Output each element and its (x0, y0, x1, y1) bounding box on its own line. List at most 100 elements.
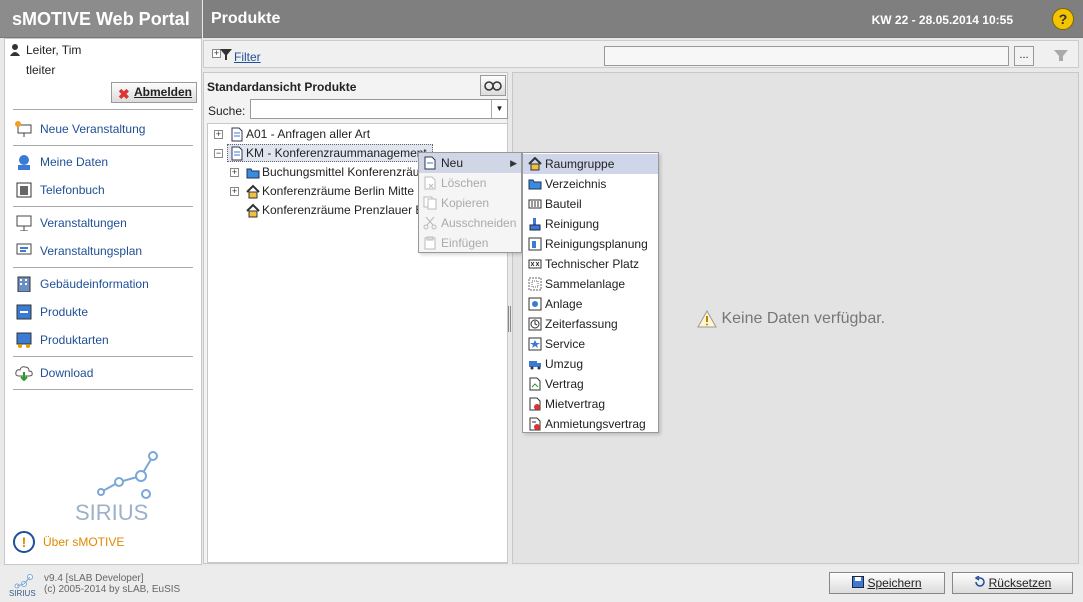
filter-field[interactable] (604, 46, 1009, 66)
new-event-icon (15, 121, 32, 137)
panel-splitter[interactable] (508, 306, 511, 332)
sidebar-item-produktarten[interactable]: Produktarten (13, 329, 193, 351)
expand-icon[interactable]: + (230, 168, 239, 177)
submenu-item-label: Reinigung (545, 217, 600, 231)
sidebar-item-produkte[interactable]: Produkte (13, 301, 193, 323)
sidebar: Leiter, Tim tleiter ✖ Abmelden Neue Vera… (4, 38, 202, 565)
context-menu: Neu ▶ Löschen Kopieren Ausschneiden Einf… (418, 152, 522, 253)
menu-item-ausschneiden[interactable]: Ausschneiden (419, 213, 521, 233)
menu-item-loeschen[interactable]: Löschen (419, 173, 521, 193)
about-label: Über sMOTIVE (43, 535, 125, 549)
menu-item-einfuegen[interactable]: Einfügen (419, 233, 521, 253)
tree-item-label: A01 - Anfragen aller Art (246, 127, 371, 141)
submenu-item-label: Sammelanlage (545, 277, 626, 291)
submenu-item-reinigung[interactable]: Reinigung (523, 214, 658, 234)
sidebar-divider (13, 145, 193, 146)
sidebar-item-neue-veranstaltung[interactable]: Neue Veranstaltung (13, 118, 193, 140)
filter-toolbar: + Filter ... (203, 40, 1079, 68)
menu-item-kopieren[interactable]: Kopieren (419, 193, 521, 213)
submenu-arrow-icon: ▶ (510, 158, 517, 168)
warning-icon (697, 310, 717, 328)
sidebar-item-label: Gebäudeinformation (40, 277, 149, 291)
submenu-item-label: Raumgruppe (545, 157, 615, 171)
tree-item[interactable]: + Konferenzräume Berlin Mitte (208, 182, 420, 201)
filter-browse-button[interactable]: ... (1014, 46, 1034, 66)
sidebar-divider (13, 356, 193, 357)
empty-message: Keine Daten verfügbar. (721, 310, 886, 328)
submenu-item-zeiterfassung[interactable]: Zeiterfassung (523, 314, 658, 334)
chevron-down-icon[interactable]: ▼ (491, 100, 507, 118)
sidebar-item-label: Produkte (40, 305, 89, 319)
glasses-icon (484, 81, 502, 91)
help-icon[interactable]: ? (1052, 8, 1074, 30)
submenu-item-anlage[interactable]: Anlage (523, 294, 658, 314)
copyright-label: (c) 2005-2014 by sLAB, EuSIS (44, 584, 181, 595)
tree-item[interactable]: Konferenzräume Prenzlauer Berg (208, 201, 420, 220)
sidebar-item-download[interactable]: Download (13, 362, 193, 384)
collapse-icon[interactable]: − (214, 149, 223, 158)
filter-link[interactable]: Filter (234, 50, 261, 64)
submenu-item-raumgruppe[interactable]: Raumgruppe (523, 154, 658, 174)
logout-button[interactable]: ✖ Abmelden (111, 82, 197, 103)
tree-item[interactable]: + Buchungsmittel Konferenzräume (208, 163, 420, 182)
download-icon (15, 366, 33, 381)
collective-asset-icon (528, 277, 542, 291)
new-submenu: Raumgruppe Verzeichnis Bauteil Reinigung… (522, 152, 659, 433)
submenu-item-technischer-platz[interactable]: Technischer Platz (523, 254, 658, 274)
save-button[interactable]: Speichern (829, 572, 945, 594)
submenu-item-anmietungsvertrag[interactable]: Anmietungsvertrag (523, 414, 658, 434)
sidebar-divider (13, 206, 193, 207)
submenu-item-reinigungsplanung[interactable]: Reinigungsplanung (523, 234, 658, 254)
sidebar-item-label: Veranstaltungen (40, 216, 127, 230)
scissors-icon (423, 216, 437, 230)
expand-icon[interactable]: + (214, 130, 223, 139)
submenu-item-bauteil[interactable]: Bauteil (523, 194, 658, 214)
tree-item-label: Konferenzräume Prenzlauer Berg (262, 203, 420, 217)
submenu-item-umzug[interactable]: Umzug (523, 354, 658, 374)
sidebar-item-meine-daten[interactable]: Meine Daten (13, 151, 193, 173)
svg-text:SIRIUS: SIRIUS (9, 589, 36, 597)
document-icon (231, 146, 243, 161)
sidebar-item-gebaeudeinformation[interactable]: Gebäudeinformation (13, 273, 193, 295)
sidebar-divider (13, 267, 193, 268)
submenu-item-service[interactable]: Service (523, 334, 658, 354)
user-login: tleiter (26, 63, 56, 77)
user-data-icon (18, 155, 30, 170)
search-label: Suche: (208, 104, 246, 118)
sidebar-item-label: Meine Daten (40, 155, 109, 169)
submenu-item-label: Vertrag (545, 377, 584, 391)
submenu-item-label: Service (545, 337, 586, 351)
app-header: sMOTIVE Web Portal (0, 0, 202, 38)
sidebar-item-veranstaltungsplan[interactable]: Veranstaltungsplan (13, 240, 193, 262)
sidebar-item-label: Telefonbuch (40, 183, 105, 197)
service-icon (528, 337, 542, 351)
reset-button[interactable]: Rücksetzen (952, 572, 1073, 594)
sirius-small-logo: SIRIUS (9, 574, 36, 597)
view-settings-button[interactable] (480, 75, 506, 96)
document-icon (231, 127, 243, 142)
submenu-item-vertrag[interactable]: Vertrag (523, 374, 658, 394)
menu-item-neu[interactable]: Neu ▶ (419, 153, 521, 173)
expand-icon[interactable]: + (230, 187, 239, 196)
sidebar-item-veranstaltungen[interactable]: Veranstaltungen (13, 212, 193, 234)
technical-place-icon (528, 259, 542, 269)
copy-icon (423, 196, 437, 210)
submenu-item-label: Anlage (545, 297, 583, 311)
search-input[interactable]: ▼ (250, 99, 508, 119)
filter-icon (220, 49, 232, 60)
new-document-icon (424, 156, 436, 170)
sidebar-item-telefonbuch[interactable]: Telefonbuch (13, 179, 193, 201)
lease-contract-icon (529, 397, 541, 411)
submenu-item-sammelanlage[interactable]: Sammelanlage (523, 274, 658, 294)
page-title: Produkte (211, 10, 281, 27)
filter-clear-icon[interactable] (1053, 47, 1069, 63)
about-link[interactable]: ! Über sMOTIVE (13, 531, 124, 553)
datetime-label: KW 22 - 28.05.2014 10:55 (871, 13, 1013, 27)
user-name: Leiter, Tim (26, 43, 82, 57)
tree-item[interactable]: + A01 - Anfragen aller Art (208, 125, 498, 144)
submenu-item-verzeichnis[interactable]: Verzeichnis (523, 174, 658, 194)
empty-state: Keine Daten verfügbar. (697, 310, 885, 328)
submenu-item-mietvertrag[interactable]: Mietvertrag (523, 394, 658, 414)
submenu-item-label: Bauteil (545, 197, 582, 211)
roomgroup-icon (246, 203, 260, 218)
